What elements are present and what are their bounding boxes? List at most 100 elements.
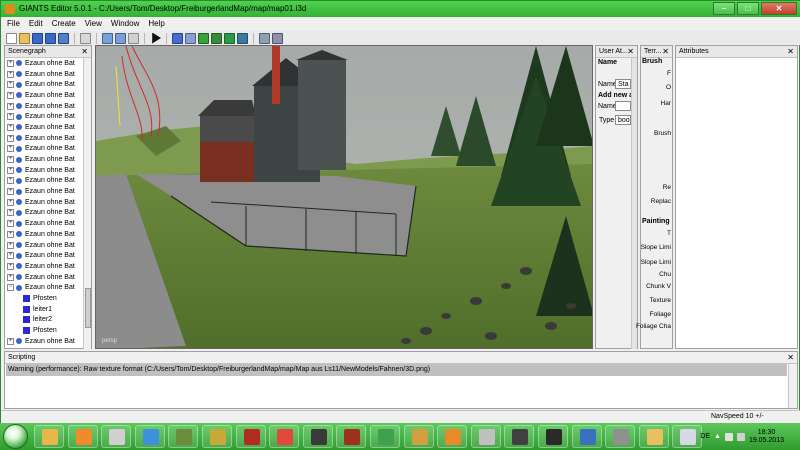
maximize-button[interactable]: □	[737, 2, 759, 15]
scenegraph-item[interactable]: leiter1	[5, 304, 85, 315]
expand-icon[interactable]: +	[7, 220, 14, 228]
attributes-close-icon[interactable]: ✕	[787, 46, 794, 57]
expand-icon[interactable]: +	[7, 337, 14, 345]
scenegraph-item[interactable]: + Ezaun ohne Bat	[5, 111, 85, 122]
scenegraph-scrollbar[interactable]	[83, 58, 91, 349]
expand-icon[interactable]: +	[7, 262, 14, 270]
play-icon[interactable]	[152, 32, 161, 44]
taskbar-app-button[interactable]	[134, 425, 165, 448]
taskbar-app-button[interactable]	[101, 425, 132, 448]
menu-create[interactable]: Create	[52, 17, 76, 31]
scenegraph-item[interactable]: + Ezaun ohne Bat	[5, 197, 85, 208]
scenegraph-item[interactable]: + Ezaun ohne Bat	[5, 144, 85, 155]
taskbar-app-button[interactable]	[672, 425, 703, 448]
network-icon[interactable]	[724, 432, 733, 441]
scenegraph-item[interactable]: − Ezaun ohne Bat	[5, 282, 85, 293]
language-indicator[interactable]: DE	[700, 433, 710, 440]
scenegraph-item[interactable]: + Ezaun ohne Bat	[5, 250, 85, 261]
expand-icon[interactable]: +	[7, 134, 14, 142]
undo-icon[interactable]	[102, 32, 113, 44]
scenegraph-item[interactable]: + Ezaun ohne Bat	[5, 79, 85, 90]
taskbar-app-button[interactable]	[168, 425, 199, 448]
user-attributes-scrollbar[interactable]	[631, 58, 637, 349]
expand-icon[interactable]: +	[7, 273, 14, 281]
taskbar-app-button[interactable]	[67, 425, 98, 448]
expand-icon[interactable]: +	[7, 145, 14, 153]
expand-icon[interactable]: +	[7, 198, 14, 206]
scenegraph-item[interactable]: + Ezaun ohne Bat	[5, 90, 85, 101]
terrain-close-icon[interactable]: ✕	[662, 46, 669, 57]
scenegraph-item[interactable]: + Ezaun ohne Bat	[5, 218, 85, 229]
scenegraph-item[interactable]: leiter2	[5, 315, 85, 326]
terrain-paint-icon[interactable]	[211, 32, 222, 44]
import-icon[interactable]	[80, 32, 91, 44]
scenegraph-item[interactable]: + Ezaun ohne Bat	[5, 58, 85, 69]
scenegraph-item[interactable]: Pfosten	[5, 325, 85, 336]
new-name-field[interactable]	[615, 101, 631, 111]
taskbar-app-button[interactable]	[605, 425, 636, 448]
volume-icon[interactable]	[736, 432, 745, 441]
taskbar-app-button[interactable]	[302, 425, 333, 448]
taskbar-app-button[interactable]	[370, 425, 400, 448]
expand-icon[interactable]: +	[7, 188, 14, 196]
move-mode-icon[interactable]	[185, 32, 196, 44]
scenegraph-close-icon[interactable]: ✕	[81, 46, 88, 57]
select-mode-icon[interactable]	[172, 32, 183, 44]
expand-icon[interactable]: +	[7, 91, 14, 99]
close-button[interactable]: ✕	[761, 2, 797, 15]
expand-icon[interactable]: +	[7, 209, 14, 217]
scenegraph-item[interactable]: + Ezaun ohne Bat	[5, 154, 85, 165]
expand-icon[interactable]: +	[7, 156, 14, 164]
taskbar-app-button[interactable]	[202, 425, 232, 448]
expand-icon[interactable]: +	[7, 123, 14, 131]
scenegraph-item[interactable]: + Ezaun ohne Bat	[5, 176, 85, 187]
menu-file[interactable]: File	[7, 17, 20, 31]
taskbar-app-button[interactable]	[437, 425, 468, 448]
tray-arrow-icon[interactable]: ▲	[714, 433, 721, 440]
expand-icon[interactable]: +	[7, 230, 14, 238]
scenegraph-item[interactable]: + Ezaun ohne Bat	[5, 240, 85, 251]
export-icon[interactable]	[58, 32, 69, 44]
taskbar-app-button[interactable]	[403, 425, 434, 448]
scenegraph-item[interactable]: + Ezaun ohne Bat	[5, 261, 85, 272]
3d-viewport[interactable]: persp	[95, 45, 593, 349]
start-button[interactable]	[3, 424, 28, 449]
clock[interactable]: 18:30 19.05.2013	[749, 429, 784, 445]
scenegraph-item[interactable]: + Ezaun ohne Bat	[5, 229, 85, 240]
expand-icon[interactable]: +	[7, 113, 14, 121]
scripting-scrollbar[interactable]	[788, 364, 797, 408]
expand-icon[interactable]: +	[7, 102, 14, 110]
taskbar-app-button[interactable]	[504, 425, 535, 448]
expand-icon[interactable]: +	[7, 70, 14, 78]
decal-paint-icon[interactable]	[237, 32, 248, 44]
scenegraph-item[interactable]: Pfosten	[5, 293, 85, 304]
name-value-field[interactable]: Sta	[615, 79, 631, 89]
scenegraph-item[interactable]: + Ezaun ohne Bat	[5, 208, 85, 219]
scenegraph-item[interactable]: + Ezaun ohne Bat	[5, 165, 85, 176]
clone-icon[interactable]	[128, 32, 139, 44]
taskbar-app-button[interactable]	[235, 425, 266, 448]
save-all-icon[interactable]	[45, 32, 56, 44]
expand-icon[interactable]: +	[7, 241, 14, 249]
expand-icon[interactable]: +	[7, 252, 14, 260]
menu-view[interactable]: View	[85, 17, 102, 31]
redo-icon[interactable]	[115, 32, 126, 44]
save-icon[interactable]	[32, 32, 43, 44]
new-file-icon[interactable]	[6, 32, 17, 44]
taskbar-app-button[interactable]	[336, 425, 367, 448]
expand-icon[interactable]: +	[7, 81, 14, 89]
snap-icon[interactable]	[259, 32, 270, 44]
scenegraph-item[interactable]: + Ezaun ohne Bat	[5, 133, 85, 144]
taskbar-app-button[interactable]	[638, 425, 669, 448]
minimize-button[interactable]: –	[713, 2, 735, 15]
type-select[interactable]: bool	[615, 115, 631, 125]
scenegraph-item[interactable]: + Ezaun ohne Bat	[5, 186, 85, 197]
menu-edit[interactable]: Edit	[29, 17, 43, 31]
scripting-close-icon[interactable]: ✕	[787, 352, 794, 363]
terrain-sculpt-icon[interactable]	[198, 32, 209, 44]
taskbar-app-button[interactable]	[571, 425, 602, 448]
user-attributes-close-icon[interactable]: ✕	[627, 46, 634, 57]
menu-window[interactable]: Window	[111, 17, 139, 31]
taskbar-app-button[interactable]	[269, 425, 300, 448]
scrollbar-thumb[interactable]	[85, 288, 91, 328]
